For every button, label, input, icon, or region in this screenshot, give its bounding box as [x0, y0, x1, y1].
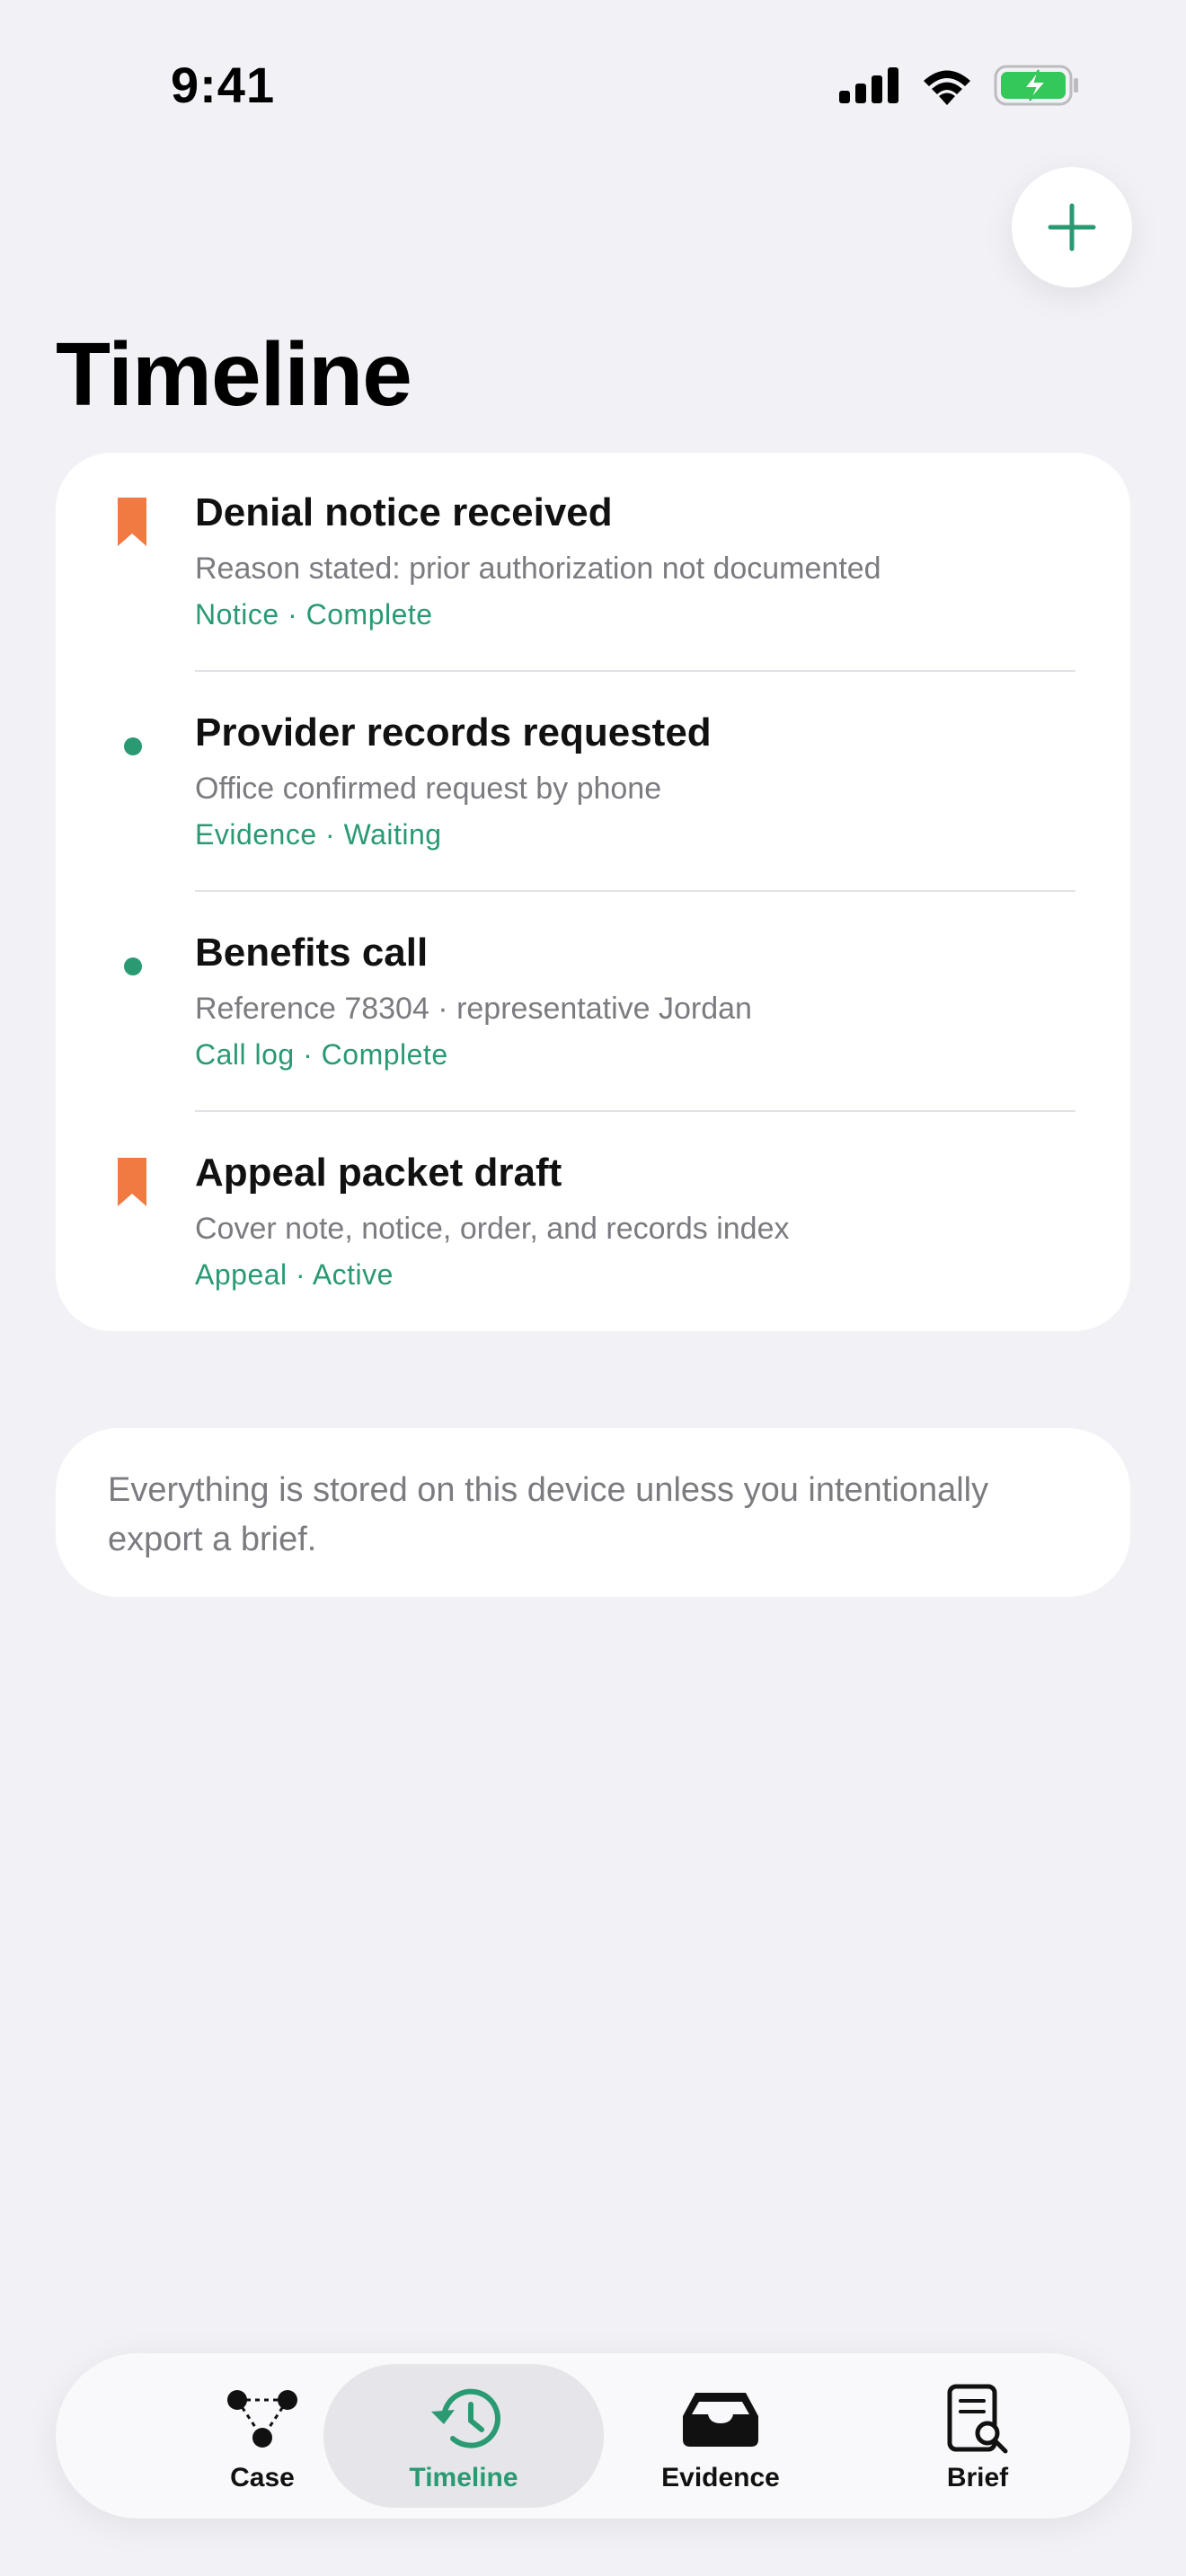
entry-title: Appeal packet draft — [195, 1151, 562, 1195]
timeline-entry[interactable]: Provider records requested Office confir… — [56, 673, 1130, 893]
page-title: Timeline — [56, 324, 412, 425]
plus-icon — [1048, 203, 1096, 251]
entry-title: Provider records requested — [195, 710, 712, 754]
tab-label: Timeline — [409, 2463, 518, 2492]
timeline-entry[interactable]: Appeal packet draft Cover note, notice, … — [56, 1113, 1130, 1333]
case-graph-icon — [226, 2382, 298, 2456]
history-icon — [426, 2382, 501, 2456]
tab-bar: Case Timeline Evidence Brief — [56, 2353, 1130, 2519]
entry-subtitle: Reference 78304 · representative Jordan — [195, 992, 752, 1026]
tab-label: Brief — [946, 2463, 1009, 2492]
entry-meta: Evidence · Waiting — [195, 818, 442, 851]
entry-title: Benefits call — [195, 931, 429, 975]
divider — [195, 1110, 1075, 1112]
tab-case[interactable]: Case — [155, 2353, 370, 2519]
timeline-list: Denial notice received Reason stated: pr… — [56, 453, 1130, 1331]
storage-info-card: Everything is stored on this device unle… — [56, 1428, 1130, 1597]
entry-subtitle: Office confirmed request by phone — [195, 772, 662, 806]
tab-evidence[interactable]: Evidence — [613, 2353, 828, 2519]
bookmark-icon — [115, 1158, 149, 1213]
entry-meta: Call log · Complete — [195, 1038, 448, 1071]
status-bar: 9:41 — [0, 0, 1186, 171]
bookmark-icon — [115, 498, 149, 552]
timeline-entry[interactable]: Denial notice received Reason stated: pr… — [56, 453, 1130, 673]
add-event-button[interactable] — [1012, 167, 1132, 287]
divider — [195, 890, 1075, 892]
timeline-entry[interactable]: Benefits call Reference 78304 · represen… — [56, 893, 1130, 1113]
tab-brief[interactable]: Brief — [870, 2353, 1085, 2519]
document-search-icon — [946, 2382, 1009, 2456]
entry-title: Denial notice received — [195, 490, 613, 534]
tab-label: Case — [230, 2463, 295, 2492]
battery-charging-icon — [994, 65, 1078, 106]
tab-timeline[interactable]: Timeline — [356, 2353, 571, 2519]
divider — [195, 670, 1075, 672]
tab-label: Evidence — [661, 2463, 780, 2492]
status-icons — [839, 65, 1080, 106]
entry-meta: Appeal · Active — [195, 1258, 394, 1291]
dot-icon — [124, 957, 142, 975]
entry-meta: Notice · Complete — [195, 598, 433, 631]
entry-subtitle: Cover note, notice, order, and records i… — [195, 1212, 790, 1246]
status-time: 9:41 — [171, 57, 276, 113]
tray-icon — [683, 2382, 758, 2456]
storage-info-text: Everything is stored on this device unle… — [108, 1471, 989, 1558]
entry-subtitle: Reason stated: prior authorization not d… — [195, 551, 881, 586]
dot-icon — [124, 737, 142, 755]
cellular-signal-icon — [839, 67, 898, 103]
wifi-icon — [924, 70, 970, 105]
